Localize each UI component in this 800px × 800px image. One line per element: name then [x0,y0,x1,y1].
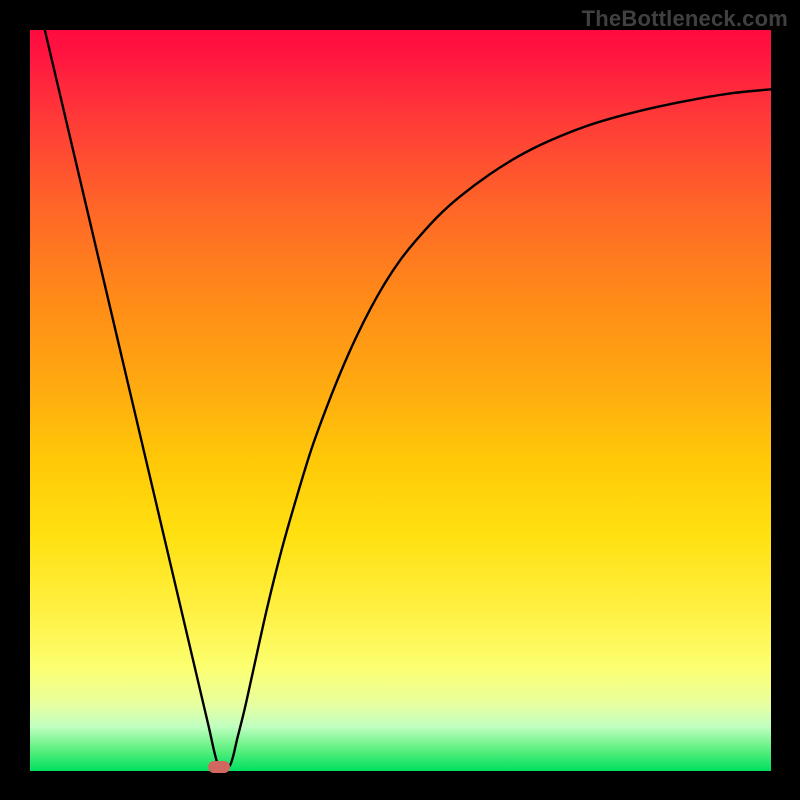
chart-svg [30,30,771,771]
minimum-marker [208,761,230,773]
bottleneck-curve-path [45,30,771,771]
watermark-text: TheBottleneck.com [582,6,788,32]
